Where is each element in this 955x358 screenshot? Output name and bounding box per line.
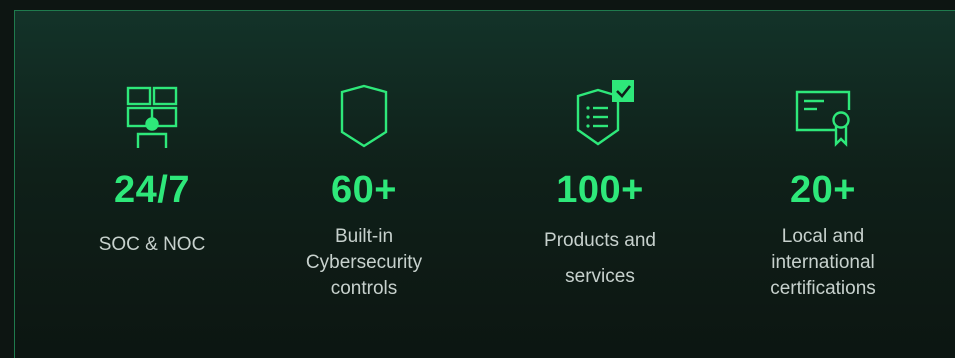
stats-section: 24/7 SOC & NOC 60+ Built-in Cybersecurit… (0, 0, 955, 358)
stat-label: Local and international certifications (770, 226, 876, 299)
stat-value: 20+ (790, 169, 856, 211)
stat-value: 60+ (331, 169, 397, 211)
shield-icon (340, 84, 388, 148)
stat-label: SOC & NOC (98, 234, 206, 255)
stat-certifications: 20+ Local and international certificatio… (723, 0, 923, 358)
stat-value: 24/7 (114, 169, 190, 211)
stat-label: Products and services (544, 230, 656, 287)
shield-checklist-icon (576, 80, 634, 146)
stat-soc-noc: 24/7 SOC & NOC (52, 0, 252, 358)
stat-label: Built-in Cybersecurity controls (305, 226, 423, 299)
monitor-wall-operator-icon (126, 86, 178, 148)
certificate-icon (795, 90, 851, 147)
stat-security-controls: 60+ Built-in Cybersecurity controls (264, 0, 464, 358)
stat-value: 100+ (556, 169, 644, 211)
stat-products-services: 100+ Products and services (500, 0, 700, 358)
